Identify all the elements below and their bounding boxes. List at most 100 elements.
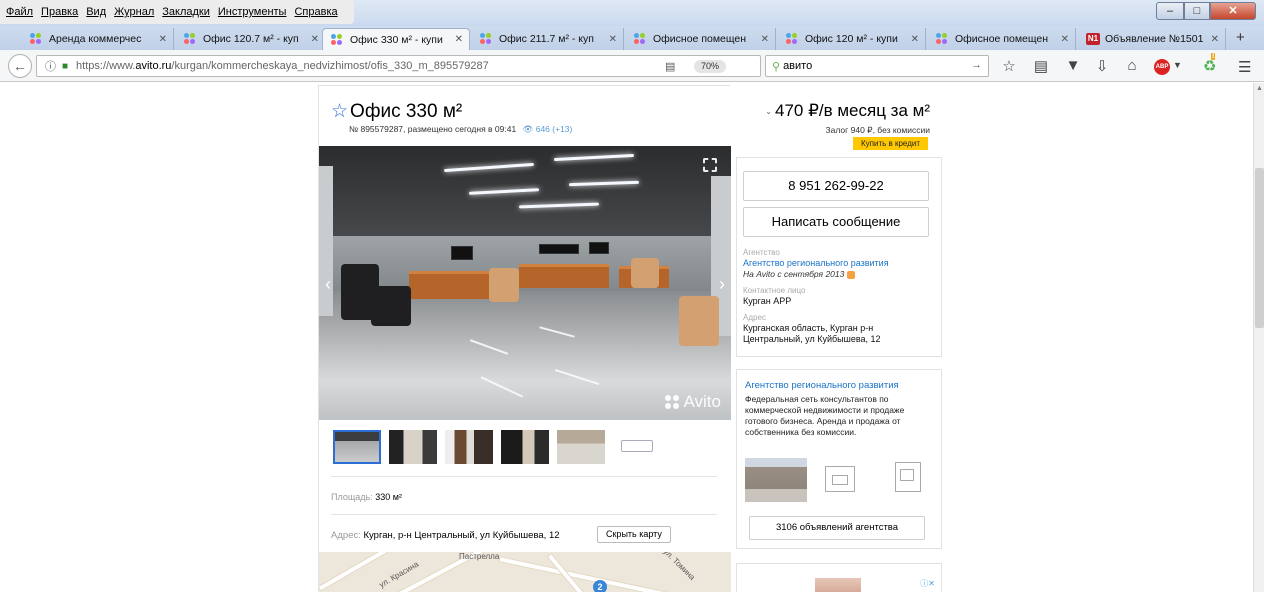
close-window-icon[interactable]: ✕	[1210, 2, 1256, 20]
close-tab-icon[interactable]: ✕	[159, 34, 167, 45]
divider	[331, 514, 717, 515]
close-tab-icon[interactable]: ✕	[609, 34, 617, 45]
buy-on-credit-button[interactable]: Купить в кредит	[852, 137, 928, 150]
tab-4[interactable]: Офис 211.7 м² - куп ✕	[472, 28, 624, 50]
price: ⌄ 470 ₽/в месяц за м²	[765, 101, 930, 121]
scrollbar[interactable]: ▲	[1253, 83, 1264, 592]
reader-view-icon[interactable]: ▤	[665, 60, 675, 73]
thumbnail[interactable]	[613, 430, 661, 464]
floorplan-icon[interactable]	[825, 466, 855, 492]
fullscreen-icon[interactable]	[703, 158, 717, 172]
contact-value: Курган АРР	[743, 296, 792, 306]
close-tab-icon[interactable]: ✕	[761, 34, 769, 45]
photo-monitor	[589, 242, 609, 254]
tab-active[interactable]: Офис 330 м² - купи ✕	[322, 28, 470, 50]
thumbnail[interactable]	[501, 430, 549, 464]
photo-chair	[371, 286, 411, 326]
badge-icon	[847, 270, 856, 279]
ad-image[interactable]	[815, 578, 861, 592]
tab-7[interactable]: Офисное помещен ✕	[928, 28, 1076, 50]
chevron-down-icon[interactable]: ▼	[1173, 60, 1182, 70]
tab-label: Офис 330 м² - купи	[350, 33, 443, 46]
promo-title[interactable]: Агентство регионального развития	[745, 380, 899, 391]
menu-view[interactable]: Вид	[86, 6, 106, 18]
agency-link[interactable]: Агентство регионального развития	[743, 258, 889, 268]
search-input[interactable]: ⚲ авито →	[765, 55, 989, 77]
reading-list-icon[interactable]: ▤	[1032, 57, 1050, 75]
maximize-icon[interactable]: □	[1184, 2, 1210, 20]
avito-icon	[30, 33, 44, 45]
scroll-thumb[interactable]	[1255, 168, 1264, 328]
menu-file[interactable]: Файл	[6, 6, 33, 18]
contact-label: Контактное лицо	[743, 286, 806, 295]
close-tab-icon[interactable]: ✕	[455, 34, 463, 45]
listing-title: ☆ Офис 330 м²	[331, 100, 462, 123]
back-arrow-icon[interactable]: ←	[8, 54, 32, 78]
ad-banner[interactable]: ⓘ✕	[736, 563, 942, 592]
floorplan-icon[interactable]	[895, 462, 921, 492]
scroll-up-icon[interactable]: ▲	[1256, 85, 1263, 92]
tab-2[interactable]: Офис 120.7 м² - куп ✕	[176, 28, 326, 50]
menu-help[interactable]: Справка	[294, 6, 337, 18]
menu-edit[interactable]: Правка	[41, 6, 78, 18]
thumbnail[interactable]	[445, 430, 493, 464]
info-icon[interactable]: ⓘ	[45, 58, 56, 74]
address-value: Курган, р-н Центральный, ул Куйбышева, 1…	[363, 530, 560, 541]
close-tab-icon[interactable]: ✕	[911, 34, 919, 45]
ad-choices-icon[interactable]: ⓘ✕	[920, 578, 935, 589]
home-icon[interactable]: ⌂	[1123, 57, 1141, 74]
write-message-button[interactable]: Написать сообщение	[743, 207, 929, 237]
avito-logo-icon	[664, 394, 680, 410]
agency-photo[interactable]	[745, 458, 807, 502]
download-icon[interactable]: ⇩	[1093, 57, 1111, 75]
menu-tools[interactable]: Инструменты	[218, 6, 287, 18]
area-row: Площадь: 330 м²	[331, 492, 402, 502]
menu-history[interactable]: Журнал	[114, 6, 154, 18]
tab-1[interactable]: Аренда коммерчес ✕	[22, 28, 174, 50]
minimize-icon[interactable]: –	[1156, 2, 1184, 20]
tab-5[interactable]: Офисное помещен ✕	[626, 28, 776, 50]
thumbnail[interactable]	[333, 430, 381, 464]
avito-icon	[331, 33, 345, 46]
main-photo[interactable]: ‹ › Avito	[319, 146, 731, 420]
bookmark-star-icon[interactable]: ☆	[1000, 57, 1018, 75]
phone-button[interactable]: 8 951 262-99-22	[743, 171, 929, 201]
tab-6[interactable]: Офис 120 м² - купи ✕	[778, 28, 926, 50]
zoom-indicator[interactable]: 70%	[694, 60, 727, 73]
photo-next-arrow-icon[interactable]: ›	[719, 274, 725, 295]
since-text: На Avito с сентября 2013	[743, 269, 845, 279]
new-tab-icon[interactable]: +	[1236, 29, 1245, 46]
adblock-icon[interactable]: ABP	[1154, 59, 1170, 75]
map-street-label: ул. Томина	[661, 552, 697, 582]
address-row: Адрес: Курган, р-н Центральный, ул Куйбы…	[331, 530, 560, 541]
watermark-text: Avito	[683, 392, 722, 411]
thumbnail[interactable]	[389, 430, 437, 464]
pocket-icon[interactable]: ▼	[1064, 57, 1082, 74]
favorite-star-icon[interactable]: ☆	[331, 100, 348, 123]
chevron-down-icon[interactable]: ⌄	[765, 107, 772, 116]
map-place-label: Пастрелла	[459, 552, 500, 561]
deposit: Залог 940 ₽, без комиссии	[825, 125, 930, 135]
menu-bookmarks[interactable]: Закладки	[162, 6, 210, 18]
url-bar[interactable]: ⓘ ■ https://www.avito.ru/kurgan/kommerch…	[36, 55, 782, 77]
hamburger-menu-icon[interactable]: ☰	[1238, 58, 1251, 76]
close-tab-icon[interactable]: ✕	[1061, 34, 1069, 45]
search-go-icon[interactable]: →	[971, 59, 982, 71]
url-text: https://www.avito.ru/kurgan/kommercheska…	[76, 60, 489, 72]
listing-meta: № 895579287, размещено сегодня в 09:41 👁…	[349, 124, 572, 135]
tab-label: Офисное помещен	[653, 33, 747, 45]
tab-label: Аренда коммерчес	[49, 33, 142, 45]
agency-promo: Агентство регионального развития Федерал…	[736, 369, 942, 549]
search-engine-icon[interactable]: ⚲	[772, 60, 780, 73]
close-tab-icon[interactable]: ✕	[1211, 34, 1219, 45]
thumbnail[interactable]	[557, 430, 605, 464]
close-tab-icon[interactable]: ✕	[311, 34, 319, 45]
hide-map-button[interactable]: Скрыть карту	[597, 526, 671, 543]
photo-prev-arrow-icon[interactable]: ‹	[325, 274, 331, 295]
map-pin[interactable]: 2	[593, 580, 607, 592]
agency-listings-button[interactable]: 3106 объявлений агентства	[749, 516, 925, 540]
map[interactable]: ул. Красина ул. Томина Пастрелла 2	[319, 552, 731, 592]
tab-8[interactable]: N1 Объявление №1501 ✕	[1078, 28, 1226, 50]
extension-icon[interactable]: ♻!	[1203, 53, 1216, 75]
photo-desk	[519, 264, 609, 288]
